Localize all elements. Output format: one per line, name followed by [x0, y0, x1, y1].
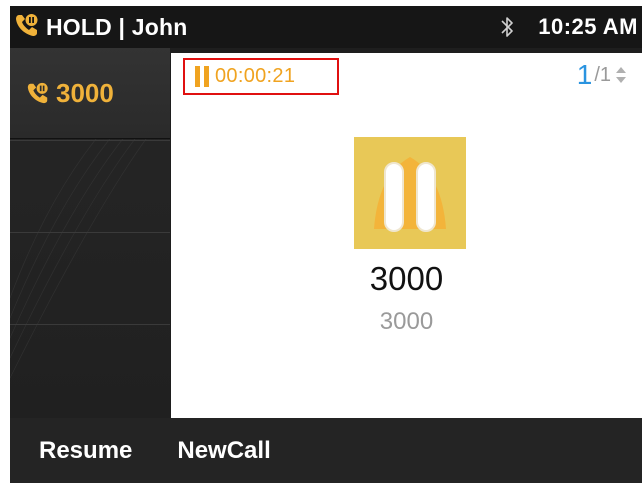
new-call-button[interactable]: NewCall	[177, 437, 270, 465]
contact-avatar	[354, 137, 466, 249]
line-sidebar: 3000	[10, 48, 170, 418]
page-indicator[interactable]: 1 /1	[577, 61, 628, 89]
page-current: 1	[576, 59, 593, 90]
status-left: HOLD | John	[14, 11, 188, 43]
up-down-arrows-icon	[616, 67, 626, 83]
line-item-3000[interactable]: 3000	[10, 48, 170, 139]
status-right: 10:25 AM	[498, 11, 638, 43]
bluetooth-icon	[501, 17, 514, 37]
call-timer-text: 00:00:21	[215, 65, 296, 87]
line-item-empty[interactable]	[10, 140, 170, 231]
page-total: /1	[594, 63, 611, 86]
call-timer: 00:00:21	[183, 58, 339, 95]
clock: 10:25 AM	[538, 14, 638, 39]
status-bar: HOLD | John 10:25 AM	[10, 6, 642, 48]
pause-icon	[195, 66, 213, 87]
line-label: 3000	[56, 77, 114, 108]
status-title: HOLD | John	[46, 13, 188, 40]
phone-screen: HOLD | John 10:25 AM 3000 00:00:21 1 /1 …	[10, 6, 642, 483]
line-item-empty[interactable]	[10, 324, 170, 415]
hold-call-icon	[26, 81, 50, 105]
contact-number: 3000	[379, 308, 434, 335]
contact-name: 3000	[369, 260, 444, 297]
hold-call-icon	[14, 12, 40, 43]
hold-pause-icon	[374, 157, 446, 232]
call-panel: 00:00:21 1 /1 3000 3000	[171, 53, 642, 418]
softkey-bar: Resume NewCall	[10, 418, 642, 483]
line-item-empty[interactable]	[10, 232, 170, 323]
resume-button[interactable]: Resume	[39, 437, 132, 465]
